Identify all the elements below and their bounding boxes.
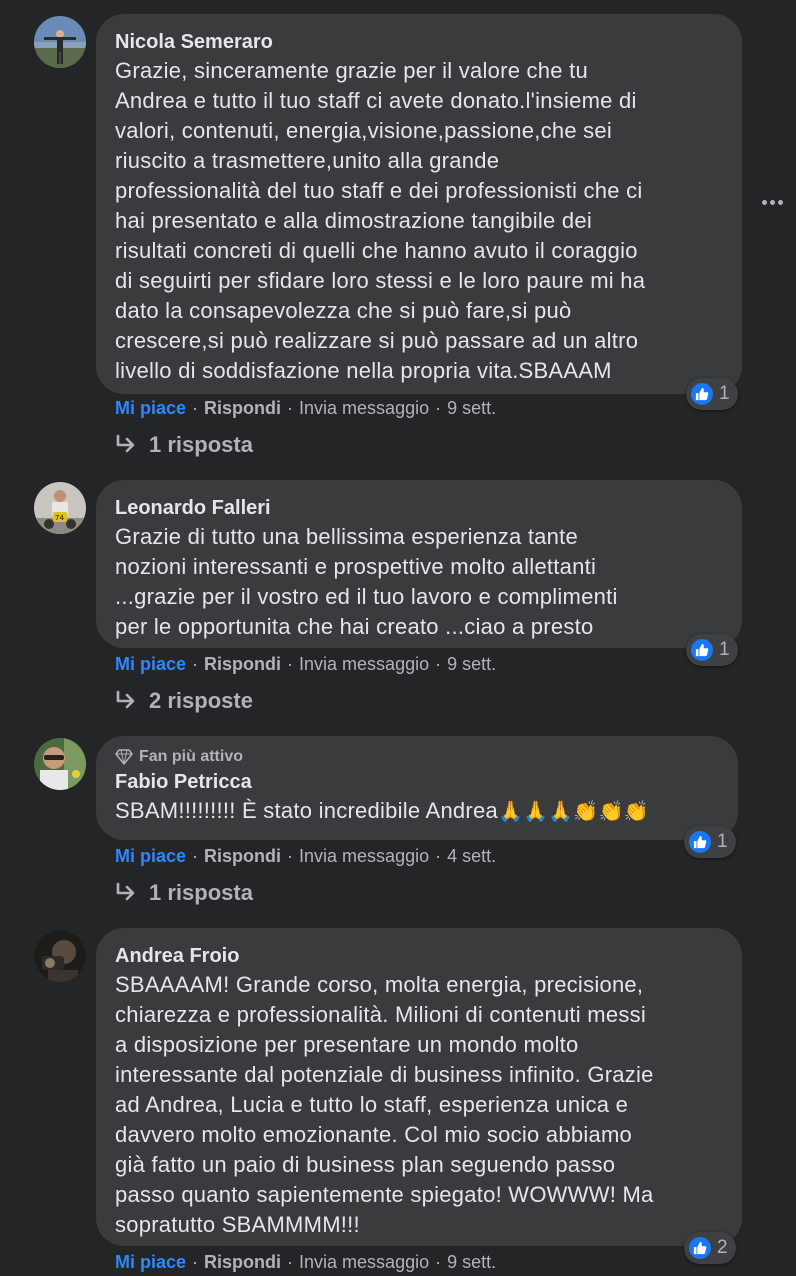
- avatar[interactable]: [34, 16, 86, 68]
- view-replies-button[interactable]: 1 risposta: [115, 880, 253, 906]
- timestamp[interactable]: 9 sett.: [447, 654, 496, 674]
- timestamp[interactable]: 9 sett.: [447, 1252, 496, 1272]
- reaction-summary[interactable]: 2: [684, 1232, 736, 1264]
- reaction-summary[interactable]: 1: [684, 826, 736, 858]
- like-reaction-icon: [687, 1235, 713, 1261]
- svg-text:74: 74: [55, 514, 64, 522]
- top-fan-badge: Fan più attivo: [115, 746, 718, 768]
- avatar[interactable]: 74: [34, 482, 86, 534]
- comment-actions: Mi piace · Rispondi · Invia messaggio · 9 sett…: [115, 1252, 497, 1272]
- reaction-summary[interactable]: 1: [686, 634, 738, 666]
- replies-count: 1 risposta: [149, 432, 253, 457]
- comment-text: SBAM!!!!!!!!! È stato incredibile Andrea…: [115, 798, 649, 823]
- reply-arrow-icon: [116, 434, 135, 453]
- send-message-link[interactable]: Invia messaggio: [299, 846, 429, 866]
- send-message-link[interactable]: Invia messaggio: [299, 654, 429, 674]
- comment-bubble: Fan più attivo Fabio Petricca SBAM!!!!!!…: [96, 736, 738, 840]
- comment-bubble: Nicola Semeraro Grazie, sinceramente gra…: [96, 14, 742, 394]
- reply-arrow-icon: [116, 690, 135, 709]
- view-replies-button[interactable]: 1 risposta: [115, 432, 253, 458]
- reaction-count: 1: [719, 639, 730, 660]
- comment-actions: Mi piace · Rispondi · Invia messaggio · 4 sett…: [115, 846, 497, 866]
- replies-count: 2 risposte: [149, 688, 253, 713]
- more-options-icon[interactable]: [760, 192, 784, 212]
- comment-actions: Mi piace · Rispondi · Invia messaggio · 9 sett…: [115, 654, 497, 674]
- reply-button[interactable]: Rispondi: [204, 1252, 281, 1272]
- diamond-icon: [115, 749, 133, 765]
- reply-arrow-icon: [116, 882, 135, 901]
- avatar[interactable]: [34, 738, 86, 790]
- comment-bubble: Leonardo Falleri Grazie di tutto una bel…: [96, 480, 742, 648]
- view-replies-button[interactable]: 2 risposte: [115, 688, 253, 714]
- comment-text: Grazie, sinceramente grazie per il valor…: [115, 58, 646, 383]
- send-message-link[interactable]: Invia messaggio: [299, 1252, 429, 1272]
- replies-count: 1 risposta: [149, 880, 253, 905]
- reaction-count: 2: [717, 1237, 728, 1258]
- comment-author[interactable]: Leonardo Falleri: [115, 494, 722, 522]
- reply-button[interactable]: Rispondi: [204, 654, 281, 674]
- timestamp[interactable]: 4 sett.: [447, 846, 496, 866]
- timestamp[interactable]: 9 sett.: [447, 398, 496, 418]
- comment-text: SBAAAAM! Grande corso, molta energia, pr…: [115, 972, 654, 1237]
- reply-button[interactable]: Rispondi: [204, 398, 281, 418]
- comment-bubble: Andrea Froio SBAAAAM! Grande corso, molt…: [96, 928, 742, 1246]
- like-reaction-icon: [687, 829, 713, 855]
- comment-author[interactable]: Fabio Petricca: [115, 768, 718, 796]
- comment-text: Grazie di tutto una bellissima esperienz…: [115, 524, 618, 639]
- comment-author[interactable]: Nicola Semeraro: [115, 28, 722, 56]
- send-message-link[interactable]: Invia messaggio: [299, 398, 429, 418]
- emoji-sequence: 🙏🙏🙏👏👏👏: [497, 801, 649, 823]
- comment-actions: Mi piace · Rispondi · Invia messaggio · 9 sett…: [115, 398, 497, 418]
- like-button[interactable]: Mi piace: [115, 654, 186, 674]
- reply-button[interactable]: Rispondi: [204, 846, 281, 866]
- reaction-count: 1: [719, 383, 730, 404]
- like-reaction-icon: [689, 637, 715, 663]
- avatar[interactable]: [34, 930, 86, 982]
- like-button[interactable]: Mi piace: [115, 846, 186, 866]
- like-button[interactable]: Mi piace: [115, 1252, 186, 1272]
- comment-author[interactable]: Andrea Froio: [115, 942, 722, 970]
- reaction-summary[interactable]: 1: [686, 378, 738, 410]
- reaction-count: 1: [717, 831, 728, 852]
- like-button[interactable]: Mi piace: [115, 398, 186, 418]
- like-reaction-icon: [689, 381, 715, 407]
